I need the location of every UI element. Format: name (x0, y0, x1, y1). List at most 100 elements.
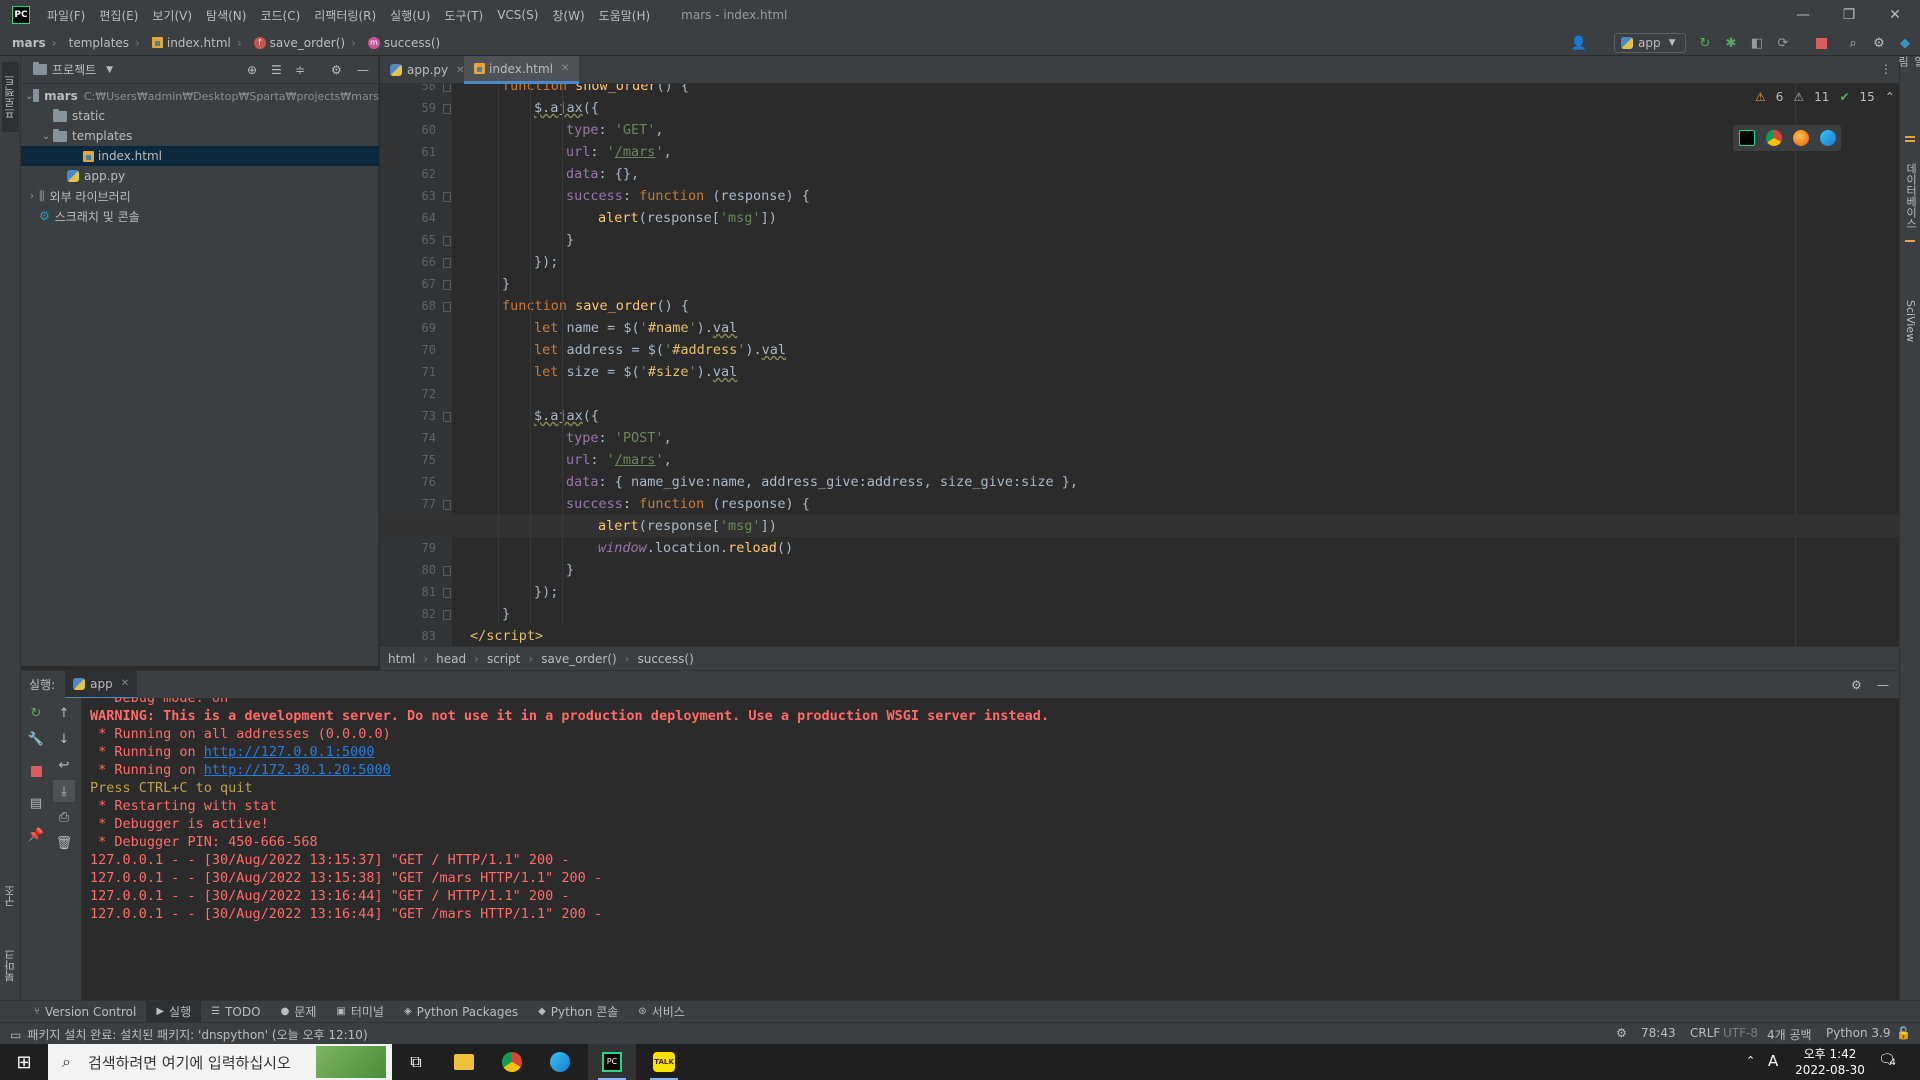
profile-icon[interactable]: ⟳ (1774, 34, 1792, 52)
tool-problems[interactable]: ● 문제 (271, 1003, 327, 1020)
tab-index-html[interactable]: index.html ✕ (464, 56, 580, 84)
file-explorer-icon[interactable] (440, 1044, 488, 1080)
caret-position[interactable]: 78:43 (1641, 1026, 1676, 1040)
hide-icon[interactable]: — (357, 63, 369, 77)
inspection-widget[interactable]: ⚠6 ⚠11 ✔15 ⌃ ⌄ (1755, 90, 1915, 104)
tree-item-templates[interactable]: ⌄ templates (21, 126, 379, 146)
code-line[interactable]: let size = $('#size').val (380, 361, 1899, 383)
coverage-icon[interactable]: ◧ (1748, 34, 1766, 52)
code-editor[interactable]: 58 59 60 61 62 63 64 65 66 67 68 69 70 71 72 73 74 75 76 77… (380, 84, 1899, 646)
rerun-icon[interactable]: ↻ (1696, 34, 1714, 52)
menu-edit[interactable]: 편집(E) (92, 7, 145, 24)
code-line[interactable]: type: 'GET', (380, 119, 1899, 141)
tree-item-app-py[interactable]: app.py (21, 166, 379, 186)
edge-icon[interactable] (1819, 130, 1836, 146)
tree-item-index-html[interactable]: index.html (21, 146, 379, 166)
windows-start-icon[interactable]: ⊞ (0, 1044, 48, 1080)
tree-item-scratches[interactable]: ⚙ 스크래치 및 콘솔 (21, 206, 379, 226)
database-tool-tab[interactable]: 데이터베이스 (1902, 126, 1919, 266)
taskbar-clock[interactable]: 오후 1:42 2022-08-30 (1790, 1046, 1870, 1078)
breadcrumb-success[interactable]: success() (629, 652, 701, 666)
close-tab-icon[interactable]: ✕ (121, 678, 129, 689)
wrench-icon[interactable]: 🔧 (25, 728, 47, 750)
stop-icon[interactable] (1812, 34, 1830, 52)
code-line[interactable]: }); (380, 581, 1899, 603)
run-console[interactable]: * Debug mode: on WARNING: This is a devel… (81, 698, 1899, 1000)
code-line[interactable]: </script> (380, 625, 1899, 646)
code-line[interactable]: alert(response['msg']) (380, 515, 1899, 537)
code-line[interactable]: let name = $('#name').val (380, 317, 1899, 339)
tree-item-root[interactable]: ⌄ mars C:₩Users₩admin₩Desktop₩Sparta₩pro… (21, 86, 379, 106)
task-view-icon[interactable]: ⧉ (392, 1044, 440, 1080)
gear-icon[interactable]: ⚙ (1851, 678, 1862, 692)
edge-icon[interactable] (536, 1044, 584, 1080)
chevron-up-icon[interactable]: ⌃ (1746, 1054, 1755, 1067)
structure-tool-tab[interactable]: 구조 (2, 871, 19, 921)
chevron-down-icon[interactable]: ▼ (106, 65, 113, 75)
crumb-templates[interactable]: templates › (57, 36, 140, 50)
code-line[interactable]: data: {}, (380, 163, 1899, 185)
locate-icon[interactable]: ⊕ (247, 63, 257, 77)
sciview-tool-tab[interactable]: SciView (1902, 286, 1919, 356)
tab-app-py[interactable]: app.py ✕ (380, 56, 475, 84)
tree-item-static[interactable]: static (21, 106, 379, 126)
code-line[interactable]: function show_order() { (380, 84, 1899, 97)
tool-todo[interactable]: ☰ TODO (201, 1005, 270, 1019)
chrome-icon[interactable] (488, 1044, 536, 1080)
chrome-icon[interactable] (1765, 130, 1782, 146)
project-tool-tab[interactable]: 프로젝트 (2, 62, 19, 132)
status-message[interactable]: ▭ 패키지 설치 완료: 설치된 패키지: 'dnspython' (오늘 오후 … (10, 1026, 368, 1043)
chevron-up-icon[interactable]: ⌃ (1885, 90, 1895, 104)
jetbrains-icon[interactable]: ◆ (1896, 34, 1914, 52)
menu-vcs[interactable]: VCS(S) (490, 8, 545, 22)
menu-window[interactable]: 창(W) (545, 7, 591, 24)
crumb-project[interactable]: mars › (0, 36, 57, 50)
console-link[interactable]: http://127.0.0.1:5000 (204, 744, 375, 760)
collapse-all-icon[interactable]: ≑ (295, 63, 305, 77)
code-line[interactable]: data: { name_give:name, address_give:add… (380, 471, 1899, 493)
code-line[interactable] (380, 383, 1899, 405)
tree-item-external-libraries[interactable]: › ⫼ 외부 라이브러리 (21, 186, 379, 206)
code-line[interactable]: alert(response['msg']) (380, 207, 1899, 229)
tool-version-control[interactable]: ⑂ Version Control (24, 1005, 146, 1019)
tool-services[interactable]: ⊛ 서비스 (628, 1003, 695, 1020)
trash-icon[interactable]: 🗑 (53, 832, 75, 854)
search-icon[interactable]: ⌕ (1844, 34, 1862, 52)
kakaotalk-icon[interactable]: TALK (640, 1044, 688, 1080)
code-line[interactable]: } (380, 559, 1899, 581)
breadcrumb-head[interactable]: head (428, 652, 474, 666)
code-line[interactable]: url: '/mars', (380, 449, 1899, 471)
memory-icon[interactable]: ⚙ (1616, 1026, 1627, 1040)
close-tab-icon[interactable]: ✕ (561, 63, 569, 74)
expand-all-icon[interactable]: ☰ (271, 63, 282, 77)
restore-icon[interactable]: ❐ (1826, 0, 1872, 30)
code-line[interactable]: } (380, 229, 1899, 251)
code-line[interactable]: type: 'POST', (380, 427, 1899, 449)
tool-terminal[interactable]: ▣ 터미널 (326, 1003, 394, 1020)
code-line[interactable]: } (380, 273, 1899, 295)
code-line[interactable]: window.location.reload() (380, 537, 1899, 559)
user-icon[interactable]: 👤 (1570, 34, 1588, 52)
code-line[interactable]: success: function (response) { (380, 185, 1899, 207)
menu-tools[interactable]: 도구(T) (437, 7, 490, 24)
notification-center-icon[interactable]: 🗨 4 (1878, 1052, 1902, 1072)
more-tabs-icon[interactable]: ⋮ (1880, 62, 1892, 76)
run-tab-app[interactable]: app ✕ (65, 670, 138, 699)
breadcrumb-save-order[interactable]: save_order() (533, 652, 624, 666)
print-icon[interactable]: ⎙ (53, 806, 75, 828)
line-separator[interactable]: CRLF (1690, 1026, 1720, 1040)
code-line[interactable]: success: function (response) { (380, 493, 1899, 515)
menu-code[interactable]: 코드(C) (253, 7, 307, 24)
rerun-icon[interactable]: ↻ (25, 702, 47, 724)
tool-python-packages[interactable]: ◈ Python Packages (394, 1005, 528, 1019)
tool-python-console[interactable]: ◆ Python 콘솔 (528, 1003, 628, 1020)
indent-setting[interactable]: 4개 공백 (1767, 1026, 1812, 1043)
hide-icon[interactable]: — (1877, 678, 1889, 692)
ime-indicator[interactable]: A (1768, 1052, 1778, 1070)
warning-marker[interactable] (1905, 136, 1915, 138)
close-icon[interactable]: ✕ (1872, 0, 1918, 30)
warning-marker[interactable] (1905, 140, 1915, 142)
code-line[interactable]: $.ajax({ (380, 405, 1899, 427)
gear-icon[interactable]: ⚙ (331, 63, 342, 77)
code-line[interactable]: $.ajax({ (380, 97, 1899, 119)
